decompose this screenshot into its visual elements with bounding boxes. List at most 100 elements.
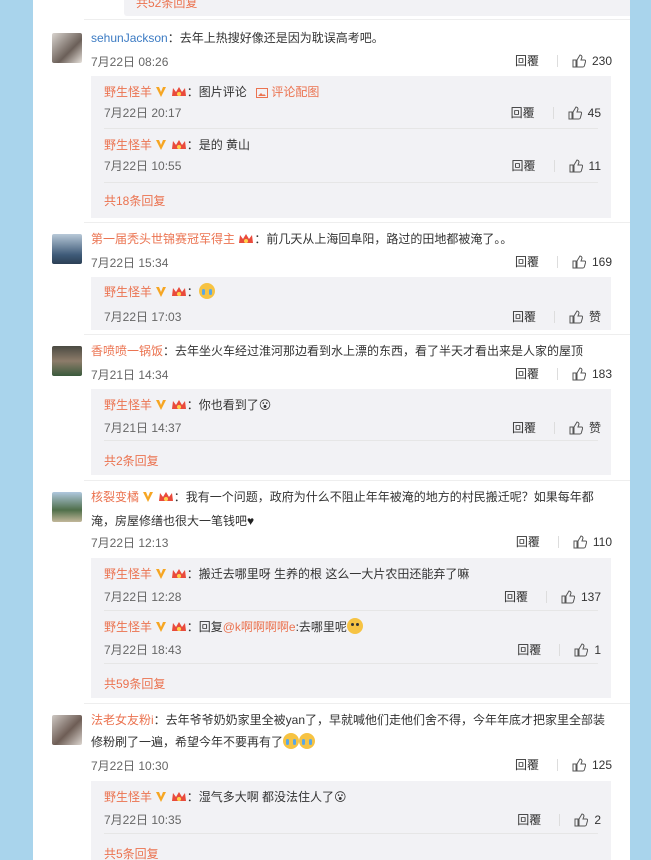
reply-button[interactable]: 回覆 <box>517 641 541 658</box>
reply-button[interactable]: 回覆 <box>512 157 536 174</box>
username[interactable]: 野生怪羊 <box>104 398 152 412</box>
like-button[interactable]: 183 <box>572 367 612 381</box>
reply-item: 野生怪羊 ：图片评论 评论配图 7月22日 20:17 回覆 45 <box>104 82 601 122</box>
reply-text: 野生怪羊 ：你也看到了😮 <box>104 395 601 417</box>
reply-text: 野生怪羊 ：湿气多大啊 都没法住人了😮 <box>104 787 601 809</box>
username[interactable]: 法老女友粉i <box>91 713 154 727</box>
reply-button[interactable]: 回覆 <box>515 365 539 382</box>
timestamp: 7月22日 15:34 <box>91 256 169 270</box>
username[interactable]: 野生怪羊 <box>104 138 152 152</box>
reply-button[interactable]: 回覆 <box>517 811 541 828</box>
username[interactable]: 野生怪羊 <box>104 567 152 581</box>
timestamp: 7月22日 12:13 <box>91 536 169 550</box>
username[interactable]: 野生怪羊 <box>104 85 152 99</box>
avatar[interactable] <box>52 492 82 522</box>
like-icon <box>573 534 587 548</box>
reply-body: ：是的 黄山 <box>186 138 251 152</box>
more-replies-link[interactable]: 共2条回复 <box>104 452 159 469</box>
reply-body: ：你也看到了😮 <box>186 398 272 412</box>
reply-body-continued: :去哪里呢 <box>295 620 347 634</box>
avatar[interactable] <box>52 346 82 376</box>
reply-button[interactable]: 回覆 <box>511 104 535 121</box>
reply-button[interactable]: 回覆 <box>504 588 528 605</box>
username[interactable]: 香喷喷一锅饭 <box>91 344 163 358</box>
reply-button[interactable]: 回覆 <box>512 419 536 436</box>
vip-crown-icon <box>238 230 254 252</box>
mention-link[interactable]: @k啊啊啊啊e <box>223 620 296 634</box>
username[interactable]: 野生怪羊 <box>104 790 152 804</box>
vip-crown-icon <box>171 397 187 417</box>
divider <box>104 610 598 611</box>
image-comment-link[interactable]: 评论配图 <box>271 85 319 99</box>
reply-button[interactable]: 回覆 <box>515 253 539 270</box>
reply-button[interactable]: 回覆 <box>515 52 539 69</box>
like-button[interactable]: 110 <box>573 535 612 549</box>
like-count: 赞 <box>588 421 601 435</box>
like-button[interactable]: 137 <box>561 590 601 604</box>
divider <box>556 54 558 67</box>
divider <box>559 813 561 826</box>
verified-v-icon <box>155 566 167 586</box>
more-replies-link[interactable]: 共5条回复 <box>104 845 159 860</box>
reply-list: 野生怪羊 ：湿气多大啊 都没法住人了😮 7月22日 10:35 回覆 2 共5条… <box>91 781 611 860</box>
divider <box>104 663 598 664</box>
verified-v-icon <box>155 619 167 639</box>
reply-button[interactable]: 回覆 <box>512 308 536 325</box>
timestamp: 7月22日 18:43 <box>104 643 182 657</box>
like-button[interactable]: 45 <box>568 106 601 120</box>
like-icon <box>574 642 589 656</box>
avatar[interactable] <box>52 715 82 745</box>
like-count: 1 <box>594 642 601 657</box>
like-icon <box>572 254 586 268</box>
reply-text: 野生怪羊 ： <box>104 282 601 304</box>
like-count: 45 <box>587 105 601 120</box>
divider <box>557 535 559 548</box>
timestamp: 7月21日 14:34 <box>91 368 169 382</box>
more-replies-link[interactable]: 共52条回复 <box>124 0 630 16</box>
timestamp: 7月22日 08:26 <box>91 55 169 69</box>
like-button[interactable]: 2 <box>574 813 601 827</box>
like-button[interactable]: 赞 <box>569 419 601 436</box>
like-button[interactable]: 125 <box>572 758 612 772</box>
comment-body-continued: 淹，房屋修缮也很大一笔钱吧 <box>91 514 248 528</box>
reply-button[interactable]: 回覆 <box>515 756 539 773</box>
like-button[interactable]: 赞 <box>569 308 601 325</box>
timestamp: 7月22日 10:30 <box>91 759 169 773</box>
username[interactable]: 野生怪羊 <box>104 285 152 299</box>
reply-item: 野生怪羊 ：你也看到了😮 7月21日 14:37 回覆 赞 <box>104 395 601 437</box>
vip-crown-icon <box>171 789 187 809</box>
username[interactable]: 核裂变橘 <box>91 490 139 504</box>
timestamp: 7月22日 12:28 <box>104 590 182 604</box>
reply-text: 野生怪羊 ：图片评论 评论配图 <box>104 82 601 104</box>
like-button[interactable]: 1 <box>574 643 601 657</box>
reply-body: ： <box>186 285 199 299</box>
like-button[interactable]: 169 <box>572 255 612 269</box>
more-replies-text[interactable]: 共52条回复 <box>136 0 197 11</box>
timestamp: 7月22日 17:03 <box>104 310 182 324</box>
divider <box>552 106 554 119</box>
broken-heart-icon: ♥ <box>247 514 255 528</box>
like-count: 183 <box>591 366 612 381</box>
reply-body: ：湿气多大啊 都没法住人了😮 <box>186 790 347 804</box>
more-replies-link[interactable]: 共18条回复 <box>104 192 165 209</box>
timestamp: 7月21日 14:37 <box>104 421 182 435</box>
vip-crown-icon <box>171 284 187 304</box>
comment-text: sehunJackson：去年上热搜好像还是因为耽误高考吧。 <box>91 27 612 49</box>
username[interactable]: sehunJackson <box>91 31 168 45</box>
timestamp: 7月22日 20:17 <box>104 106 182 120</box>
vip-crown-icon <box>171 84 187 104</box>
divider <box>545 590 547 603</box>
comment-text: 第一届秃头世锦赛冠军得主 ：前几天从上海回阜阳，路过的田地都被淹了。。 <box>91 228 612 252</box>
reply-item: 野生怪羊 ： 7月22日 17:03 回覆 赞 <box>104 282 601 326</box>
divider <box>104 182 598 183</box>
like-button[interactable]: 11 <box>569 159 601 173</box>
username[interactable]: 野生怪羊 <box>104 620 152 634</box>
avatar[interactable] <box>52 33 82 63</box>
divider <box>556 367 558 380</box>
like-button[interactable]: 230 <box>572 54 612 68</box>
username[interactable]: 第一届秃头世锦赛冠军得主 <box>91 232 235 246</box>
reply-list: 野生怪羊 ：图片评论 评论配图 7月22日 20:17 回覆 45 野生怪羊 ：… <box>91 76 611 218</box>
more-replies-link[interactable]: 共59条回复 <box>104 675 165 692</box>
reply-button[interactable]: 回覆 <box>516 533 540 550</box>
avatar[interactable] <box>52 234 82 264</box>
